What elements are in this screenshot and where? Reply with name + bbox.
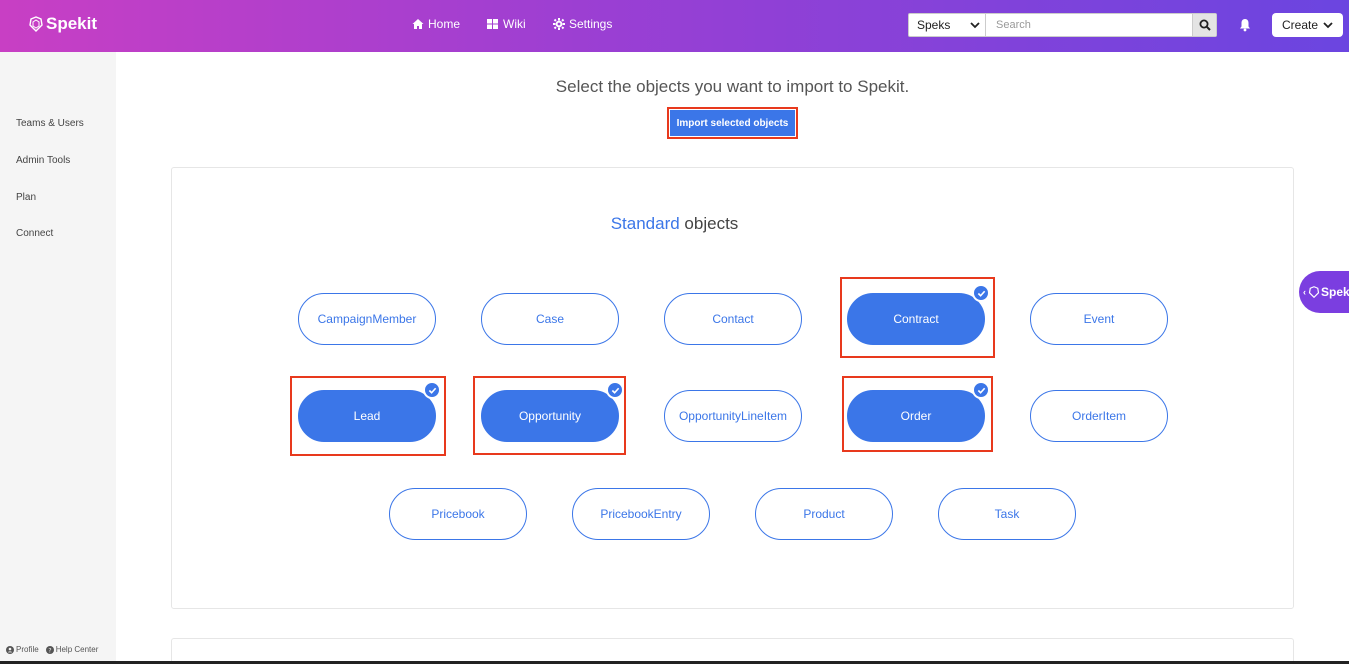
object-label: Product bbox=[803, 507, 845, 521]
nav-home-label: Home bbox=[428, 17, 461, 31]
check-icon bbox=[423, 381, 441, 399]
bell-icon[interactable] bbox=[1238, 18, 1252, 32]
sidebar-item-admin-tools[interactable]: Admin Tools bbox=[16, 155, 70, 166]
nav-settings-label: Settings bbox=[569, 17, 613, 31]
help-center-label: Help Center bbox=[55, 645, 99, 654]
object-pill-campaignmember[interactable]: CampaignMember bbox=[298, 293, 436, 345]
section-title: Standard objects bbox=[0, 214, 1349, 234]
check-icon bbox=[972, 381, 990, 399]
object-pill-case[interactable]: Case bbox=[481, 293, 619, 345]
nav-settings[interactable]: Settings bbox=[553, 17, 612, 31]
sidebar-item-plan[interactable]: Plan bbox=[16, 192, 36, 203]
create-button[interactable]: Create bbox=[1272, 13, 1343, 37]
object-pill-opportunitylineitem[interactable]: OpportunityLineItem bbox=[664, 390, 802, 442]
chevron-down-icon bbox=[970, 22, 980, 29]
grid-icon bbox=[487, 19, 498, 29]
profile-link[interactable]: Profile bbox=[6, 645, 39, 654]
import-selected-button[interactable]: Import selected objects bbox=[670, 110, 795, 136]
object-pill-task[interactable]: Task bbox=[938, 488, 1076, 540]
object-label: Contract bbox=[893, 312, 939, 326]
nav-wiki[interactable]: Wiki bbox=[487, 17, 526, 31]
nav-wiki-label: Wiki bbox=[503, 17, 526, 31]
help-center-link[interactable]: ? Help Center bbox=[45, 645, 99, 654]
object-pill-pricebookentry[interactable]: PricebookEntry bbox=[572, 488, 710, 540]
user-circle-icon bbox=[6, 645, 14, 654]
check-icon bbox=[972, 284, 990, 302]
object-label: Case bbox=[535, 312, 564, 326]
sidebar-item-teams-users[interactable]: Teams & Users bbox=[16, 118, 84, 129]
object-pill-order[interactable]: Order bbox=[847, 381, 990, 442]
help-circle-icon: ? bbox=[45, 645, 54, 654]
spekit-logo-icon bbox=[1308, 286, 1320, 298]
spekit-logo-icon bbox=[29, 16, 43, 32]
search-input[interactable] bbox=[986, 14, 1192, 36]
sidebar-footer: Profile ? Help Center bbox=[6, 645, 105, 654]
object-label: Order bbox=[900, 409, 932, 423]
profile-label: Profile bbox=[16, 645, 39, 654]
object-label: OpportunityLineItem bbox=[678, 409, 788, 423]
search-icon bbox=[1199, 19, 1211, 31]
object-pill-orderitem[interactable]: OrderItem bbox=[1030, 390, 1168, 442]
object-label: Task bbox=[994, 507, 1020, 521]
svg-text:?: ? bbox=[48, 647, 51, 654]
object-pill-contract[interactable]: Contract bbox=[847, 284, 990, 345]
search-scope-value: Speks bbox=[917, 18, 951, 32]
home-icon bbox=[412, 19, 424, 29]
search-scope-select[interactable]: Speks bbox=[909, 14, 986, 36]
top-navbar: Spekit Home Wiki Settings Speks Search C… bbox=[0, 0, 1349, 52]
object-pill-product[interactable]: Product bbox=[755, 488, 893, 540]
object-pill-opportunity[interactable]: Opportunity bbox=[481, 381, 624, 442]
page-heading: Select the objects you want to import to… bbox=[555, 77, 910, 96]
object-pill-lead[interactable]: Lead bbox=[298, 381, 441, 442]
check-icon bbox=[606, 381, 624, 399]
nav-home[interactable]: Home bbox=[412, 17, 460, 31]
create-button-label: Create bbox=[1281, 18, 1319, 32]
spekit-floating-tab[interactable]: ‹ Spek bbox=[1299, 271, 1349, 313]
object-label: Lead bbox=[353, 409, 381, 423]
object-label: OrderItem bbox=[1071, 409, 1126, 423]
search-button[interactable] bbox=[1192, 14, 1216, 36]
spekit-logo[interactable]: Spekit bbox=[28, 14, 97, 34]
floating-tab-label: Spek bbox=[1321, 285, 1349, 299]
app-name: Spekit bbox=[46, 14, 98, 33]
search-bar: Speks bbox=[908, 13, 1217, 37]
sidebar: Teams & Users Admin Tools Plan Connect P… bbox=[0, 52, 116, 664]
object-label: PricebookEntry bbox=[600, 507, 682, 521]
section-title-accent: Standard bbox=[610, 214, 680, 233]
object-label: Contact bbox=[712, 312, 754, 326]
object-label: Pricebook bbox=[431, 507, 485, 521]
object-pill-pricebook[interactable]: Pricebook bbox=[389, 488, 527, 540]
object-label: Event bbox=[1083, 312, 1115, 326]
object-label: CampaignMember bbox=[317, 312, 417, 326]
object-pill-event[interactable]: Event bbox=[1030, 293, 1168, 345]
chevron-left-icon: ‹ bbox=[1303, 287, 1306, 297]
object-pill-contact[interactable]: Contact bbox=[664, 293, 802, 345]
section-title-rest: objects bbox=[679, 214, 739, 233]
gear-icon bbox=[553, 18, 565, 30]
object-label: Opportunity bbox=[518, 409, 582, 423]
chevron-down-icon bbox=[1323, 22, 1333, 29]
